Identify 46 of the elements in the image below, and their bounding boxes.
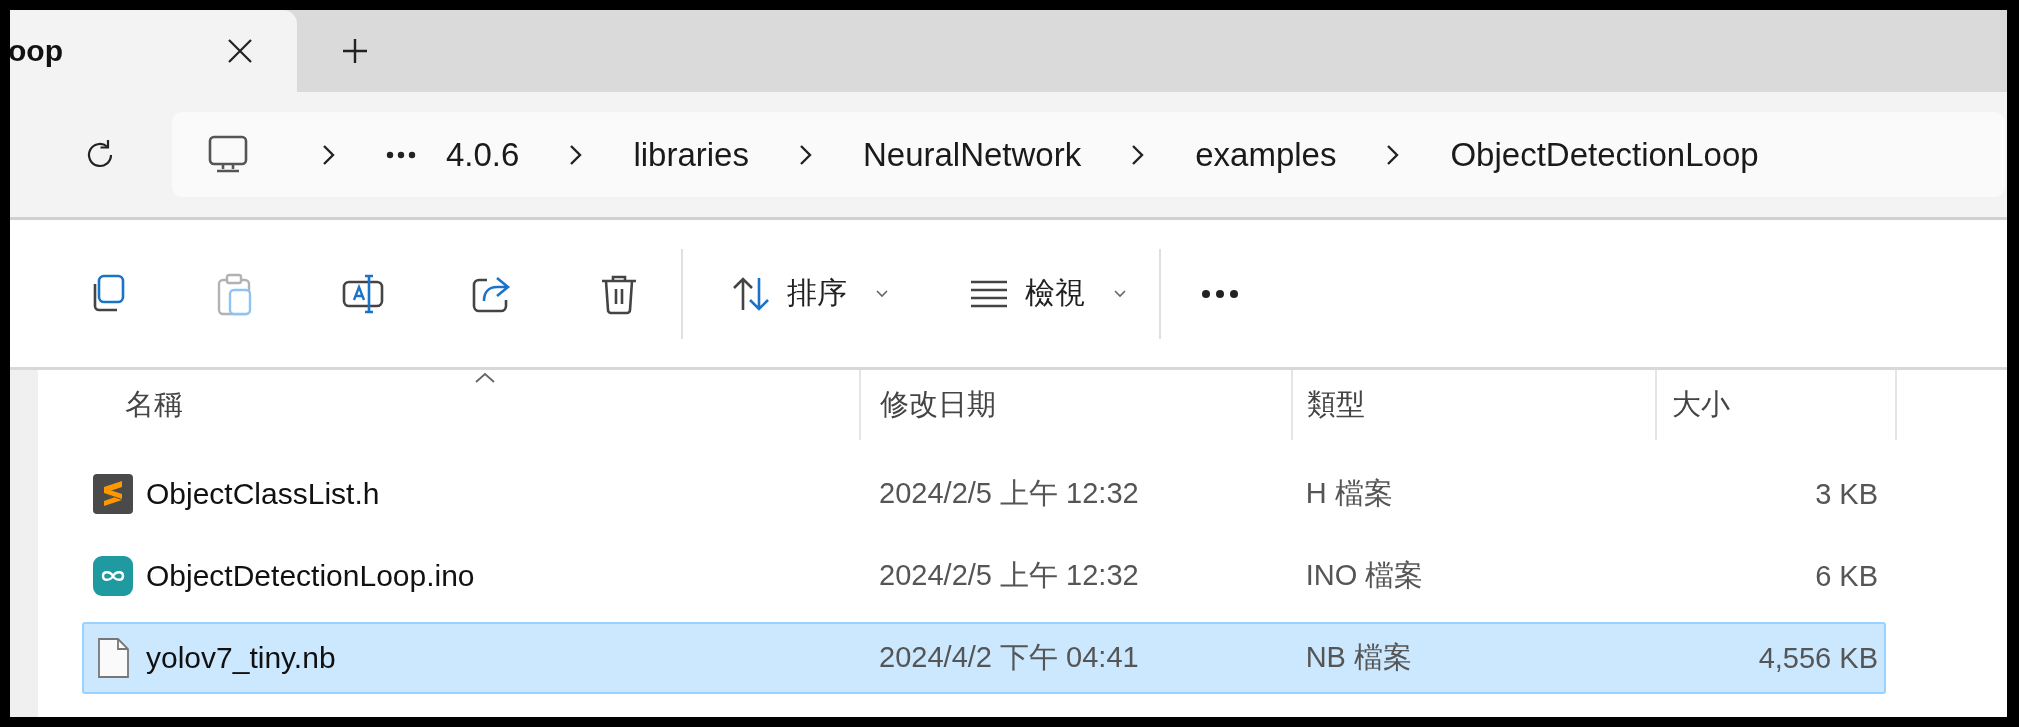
column-header[interactable]: 大小 [1657, 370, 1897, 440]
modified-date: 2024/2/5 上午 12:32 [879, 558, 1139, 593]
caret-icon [1113, 288, 1127, 299]
breadcrumb-item[interactable]: libraries [633, 135, 749, 174]
sort-icon [731, 275, 771, 312]
monitor-icon[interactable] [208, 134, 248, 175]
close-icon[interactable] [227, 38, 253, 64]
sort-caret-icon [473, 372, 496, 384]
chevron-icon[interactable] [1131, 143, 1146, 166]
list-icon [969, 278, 1009, 309]
file-row[interactable]: yolov7_tiny.nb 2024/4/2 下午 04:41 NB 檔案 4,556 KB [82, 622, 1886, 694]
breadcrumb-item[interactable]: ObjectDetectionLoop [1450, 135, 1759, 174]
more-icon[interactable] [386, 150, 416, 159]
column-header[interactable]: 名稱 [82, 370, 861, 440]
file-type: NB 檔案 [1305, 640, 1412, 675]
file-size: 3 KB [1815, 477, 1878, 511]
file-type: H 檔案 [1305, 476, 1393, 511]
breadcrumb-item[interactable]: 4.0.6 [446, 135, 520, 174]
file-size: 4,556 KB [1758, 641, 1878, 675]
modified-date: 2024/2/5 上午 12:32 [879, 476, 1139, 511]
new-tab-icon[interactable] [342, 38, 368, 64]
file-name: ObjectDetectionLoop.ino [146, 559, 475, 593]
chevron-icon[interactable] [1386, 143, 1401, 166]
tab[interactable]: oop [10, 10, 297, 92]
file-name: ObjectClassList.h [146, 477, 380, 511]
scrollbar-track[interactable] [10, 370, 38, 717]
column-header[interactable]: 類型 [1293, 370, 1657, 440]
chevron-icon[interactable] [322, 143, 336, 166]
address-bar[interactable]: 4.0.6 libraries NeuralNetwork examples ObjectDetectionLoop [172, 112, 2005, 197]
chevron-icon[interactable] [798, 143, 813, 166]
breadcrumb-item[interactable]: examples [1195, 135, 1337, 174]
file-size: 6 KB [1815, 559, 1878, 593]
file-type-icon [92, 473, 134, 515]
column-header[interactable]: 修改日期 [861, 370, 1293, 440]
more-icon[interactable] [1201, 288, 1239, 299]
caret-icon [875, 288, 889, 299]
file-type: INO 檔案 [1305, 558, 1424, 593]
breadcrumb-item[interactable]: NeuralNetwork [862, 135, 1082, 174]
chevron-icon[interactable] [569, 143, 584, 166]
infinity-icon [92, 555, 134, 597]
sort-button[interactable]: 排序 [723, 265, 897, 322]
view-button[interactable]: 檢視 [961, 265, 1135, 322]
modified-date: 2024/4/2 下午 04:41 [879, 640, 1139, 675]
file-name: yolov7_tiny.nb [146, 641, 336, 675]
file-row[interactable]: ObjectClassList.h 2024/2/5 上午 12:32 H 檔案 3 KB [82, 458, 1886, 530]
file-row[interactable]: ObjectDetectionLoop.ino 2024/2/5 上午 12:32 INO 檔案 6 KB [82, 540, 1886, 612]
